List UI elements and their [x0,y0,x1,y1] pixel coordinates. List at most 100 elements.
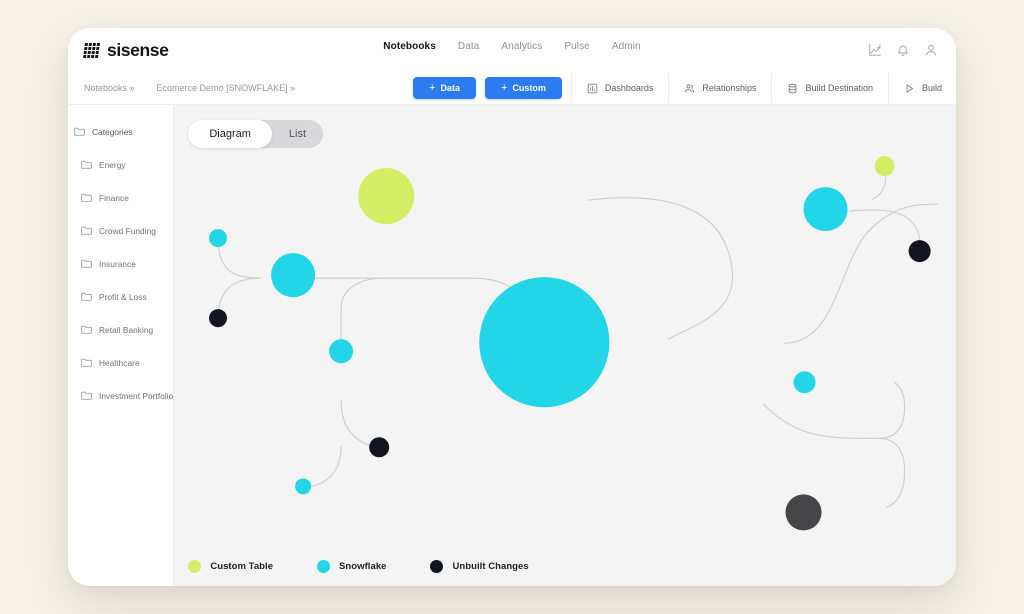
build-destination-button[interactable]: Build Destination [771,73,888,103]
folder-icon [81,259,92,268]
graph-edge [305,445,343,488]
toggle-option-diagram[interactable]: Diagram [188,120,272,148]
graph-edge [763,403,906,439]
graph-edge [894,381,906,408]
dashboard-chart-icon [587,83,598,94]
main-navigation: Notebooks Data Analytics Pulse Admin [383,41,640,54]
sidebar-label: Crowd Funding [99,225,156,236]
sidebar-item-profit-and-loss[interactable]: Profit & Loss [68,280,173,313]
graph-edge [588,197,734,340]
folder-icon [81,391,92,400]
dashboards-label: Dashboards [604,83,654,93]
graph-node[interactable] [295,478,312,495]
sidebar-item-crowd-funding[interactable]: Crowd Funding [68,214,173,247]
sidebar-item-categories[interactable]: Categories [68,115,173,148]
folder-icon [81,358,92,367]
build-button[interactable]: Build [888,73,956,103]
breadcrumb-notebooks[interactable]: Notebooks » [84,83,135,93]
sidebar-item-retail-banking[interactable]: Retail Banking [68,313,173,346]
app-window: sisense Notebooks Data Analytics Pulse A… [68,28,956,586]
sidebar-label: Insurance [99,258,136,269]
add-custom-label: Custom [512,83,546,93]
legend-item-unbuilt-changes: Unbuilt Changes [430,560,529,573]
nav-item-data[interactable]: Data [458,41,480,54]
graph-node[interactable] [479,277,610,408]
folder-icon [81,325,92,334]
graph-node[interactable] [329,339,354,364]
relationships-label: Relationships [702,83,757,93]
diagram-canvas[interactable]: Diagram List Custom Table Snowflake Unbu… [174,105,956,586]
graph-node[interactable] [369,437,390,458]
graph-node[interactable] [908,240,931,263]
nav-item-analytics[interactable]: Analytics [501,41,542,54]
legend-label: Snowflake [339,561,387,572]
diagram-legend: Custom Table Snowflake Unbuilt Changes [188,560,529,573]
sidebar-item-energy[interactable]: Energy [68,148,173,181]
notification-bell-icon[interactable] [896,43,910,57]
plus-icon: + [429,81,436,94]
database-icon [787,83,798,94]
build-label: Build [922,83,943,93]
graph-node[interactable] [271,253,316,298]
brand-name: sisense [107,39,169,60]
legend-swatch-snowflake [317,560,331,573]
graph-node[interactable] [358,168,415,225]
sidebar-label: Profit & Loss [99,291,147,302]
header-icon-group [868,43,938,57]
graph-node[interactable] [785,494,822,531]
add-custom-button[interactable]: + Custom [484,77,562,99]
user-account-icon[interactable] [924,43,938,57]
nav-item-notebooks[interactable]: Notebooks [383,41,436,54]
sidebar-item-finance[interactable]: Finance [68,181,173,214]
graph-node[interactable] [874,156,895,177]
action-toolbar: + Data + Custom Dashboards Relationships… [413,72,956,104]
graph-node[interactable] [209,309,228,328]
sidebar-label: Retail Banking [99,324,154,335]
breadcrumb-ecomerce-demo[interactable]: Ecomerce Demo [SNOWFLAKE] » [157,83,296,93]
sidebar-item-healthcare[interactable]: Healthcare [68,346,173,379]
graph-node[interactable] [209,229,228,248]
graph-node[interactable] [793,371,816,394]
add-data-button[interactable]: + Data [413,77,476,99]
plus-icon: + [500,81,508,94]
folder-icon [81,226,92,235]
add-data-label: Data [440,83,460,93]
legend-swatch-unbuilt-changes [430,560,444,573]
analytics-chart-icon[interactable] [868,43,882,57]
app-body: Categories Energy Finance Crowd Funding … [68,104,956,586]
legend-item-custom-table: Custom Table [188,560,273,573]
graph-edge [878,437,906,508]
graph-node[interactable] [803,187,848,232]
build-destination-label: Build Destination [805,83,873,93]
relationships-button[interactable]: Relationships [668,73,771,103]
legend-swatch-custom-table [188,560,202,573]
legend-label: Unbuilt Changes [452,561,529,572]
sidebar: Categories Energy Finance Crowd Funding … [68,105,175,586]
sidebar-label: Energy [99,159,126,170]
breadcrumb-toolbar-row: Notebooks » Ecomerce Demo [SNOWFLAKE] » … [68,72,956,104]
brand-logo[interactable]: sisense [82,39,169,61]
sidebar-label: Finance [99,192,129,203]
folder-icon [81,193,92,202]
nav-item-admin[interactable]: Admin [612,41,641,54]
nav-item-pulse[interactable]: Pulse [564,41,590,54]
folder-icon [74,127,85,136]
dashboards-button[interactable]: Dashboards [570,73,669,103]
toggle-option-list[interactable]: List [272,120,323,148]
play-build-icon [904,83,915,94]
view-mode-toggle: Diagram List [188,120,324,148]
folder-icon [81,292,92,301]
sidebar-label: Investment Portfolio [99,390,174,401]
sisense-dot-grid-logo-icon [82,42,101,58]
sidebar-label: Healthcare [99,357,140,368]
sidebar-item-investment-portfolio[interactable]: Investment Portfolio [68,379,173,412]
relationships-people-icon [684,83,695,94]
app-header: sisense Notebooks Data Analytics Pulse A… [68,28,956,72]
graph-nodes [209,156,931,531]
sidebar-item-insurance[interactable]: Insurance [68,247,173,280]
legend-label: Custom Table [210,561,274,572]
legend-item-snowflake: Snowflake [317,560,386,573]
folder-icon [81,160,92,169]
data-model-graph [209,156,939,531]
sidebar-label: Categories [92,126,133,137]
